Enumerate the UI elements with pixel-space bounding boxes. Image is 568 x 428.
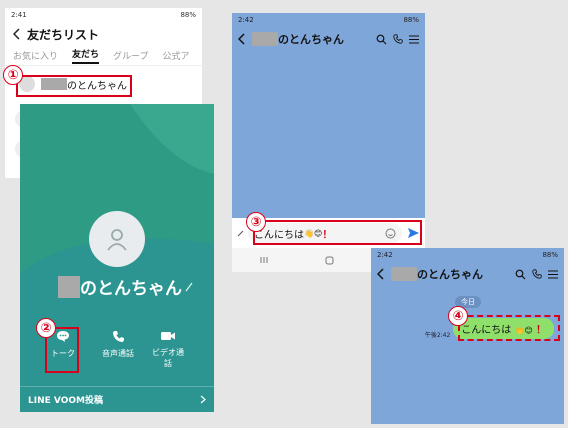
video-call-label: ビデオ通話 (152, 348, 184, 368)
highlight-sent-message (458, 315, 560, 341)
chat-header: のとんちゃん (232, 27, 425, 51)
step-badge-3: ③ (246, 212, 266, 232)
tab-official[interactable]: 公式ア (163, 49, 190, 62)
person-icon (104, 226, 130, 252)
chat-header: のとんちゃん (371, 262, 564, 286)
status-time: 2:42 (238, 16, 254, 24)
step-badge-2: ② (36, 318, 56, 338)
redacted-name-block (58, 275, 80, 298)
status-battery: 88% (542, 251, 558, 259)
voom-label: LINE VOOM投稿 (28, 396, 103, 406)
search-icon[interactable] (376, 34, 387, 45)
profile-name: のとんちゃん (80, 279, 182, 299)
status-battery: 88% (180, 11, 196, 19)
highlight-message-input (253, 220, 422, 245)
message-time: 午後2:42 (424, 332, 451, 339)
status-bar: 2:42 88% (371, 248, 564, 262)
phone-icon (112, 330, 125, 343)
status-bar: 2:41 88% (5, 8, 202, 22)
status-time: 2:42 (377, 251, 393, 259)
tab-groups[interactable]: グループ (113, 49, 148, 62)
tab-friends[interactable]: 友だち (72, 47, 100, 64)
recent-apps-icon[interactable] (260, 256, 268, 264)
back-arrow-icon[interactable] (377, 268, 385, 280)
highlight-friend-item (16, 75, 132, 97)
step-badge-4: ④ (448, 306, 468, 326)
voice-call-label: 音声通話 (102, 349, 134, 358)
expand-icon[interactable] (237, 230, 244, 237)
phone-icon[interactable] (532, 269, 542, 279)
profile-action-video[interactable]: ビデオ通話 (148, 330, 188, 369)
video-camera-icon (160, 330, 176, 342)
back-arrow-icon[interactable] (238, 33, 246, 45)
search-icon[interactable] (515, 269, 526, 280)
friend-tabs: お気に入り 友だち グループ 公式ア (5, 46, 202, 66)
step-badge-1: ① (3, 65, 23, 85)
profile-avatar[interactable] (89, 211, 145, 267)
home-icon[interactable] (325, 256, 334, 265)
chevron-right-icon (200, 395, 206, 404)
status-battery: 88% (403, 16, 419, 24)
profile-name-row: のとんちゃん (58, 274, 193, 299)
chat-name: のとんちゃん (417, 268, 483, 281)
edit-pencil-icon[interactable] (185, 282, 193, 292)
menu-icon[interactable] (409, 34, 419, 44)
chat-name: のとんちゃん (278, 33, 344, 46)
menu-icon[interactable] (548, 269, 558, 279)
page-title: 友だちリスト (27, 27, 100, 42)
voom-row[interactable]: LINE VOOM投稿 (20, 386, 214, 412)
tab-favorites[interactable]: お気に入り (13, 49, 58, 62)
back-arrow-icon[interactable] (13, 28, 21, 40)
status-bar: 2:42 88% (232, 13, 425, 27)
redacted-name-block (252, 32, 278, 46)
status-time: 2:41 (11, 11, 27, 19)
date-label: 今日 (461, 298, 475, 306)
redacted-name-block (391, 267, 417, 281)
profile-action-voice[interactable]: 音声通話 (98, 330, 138, 359)
friends-header: 友だちリスト (5, 22, 202, 46)
phone-icon[interactable] (393, 34, 403, 44)
